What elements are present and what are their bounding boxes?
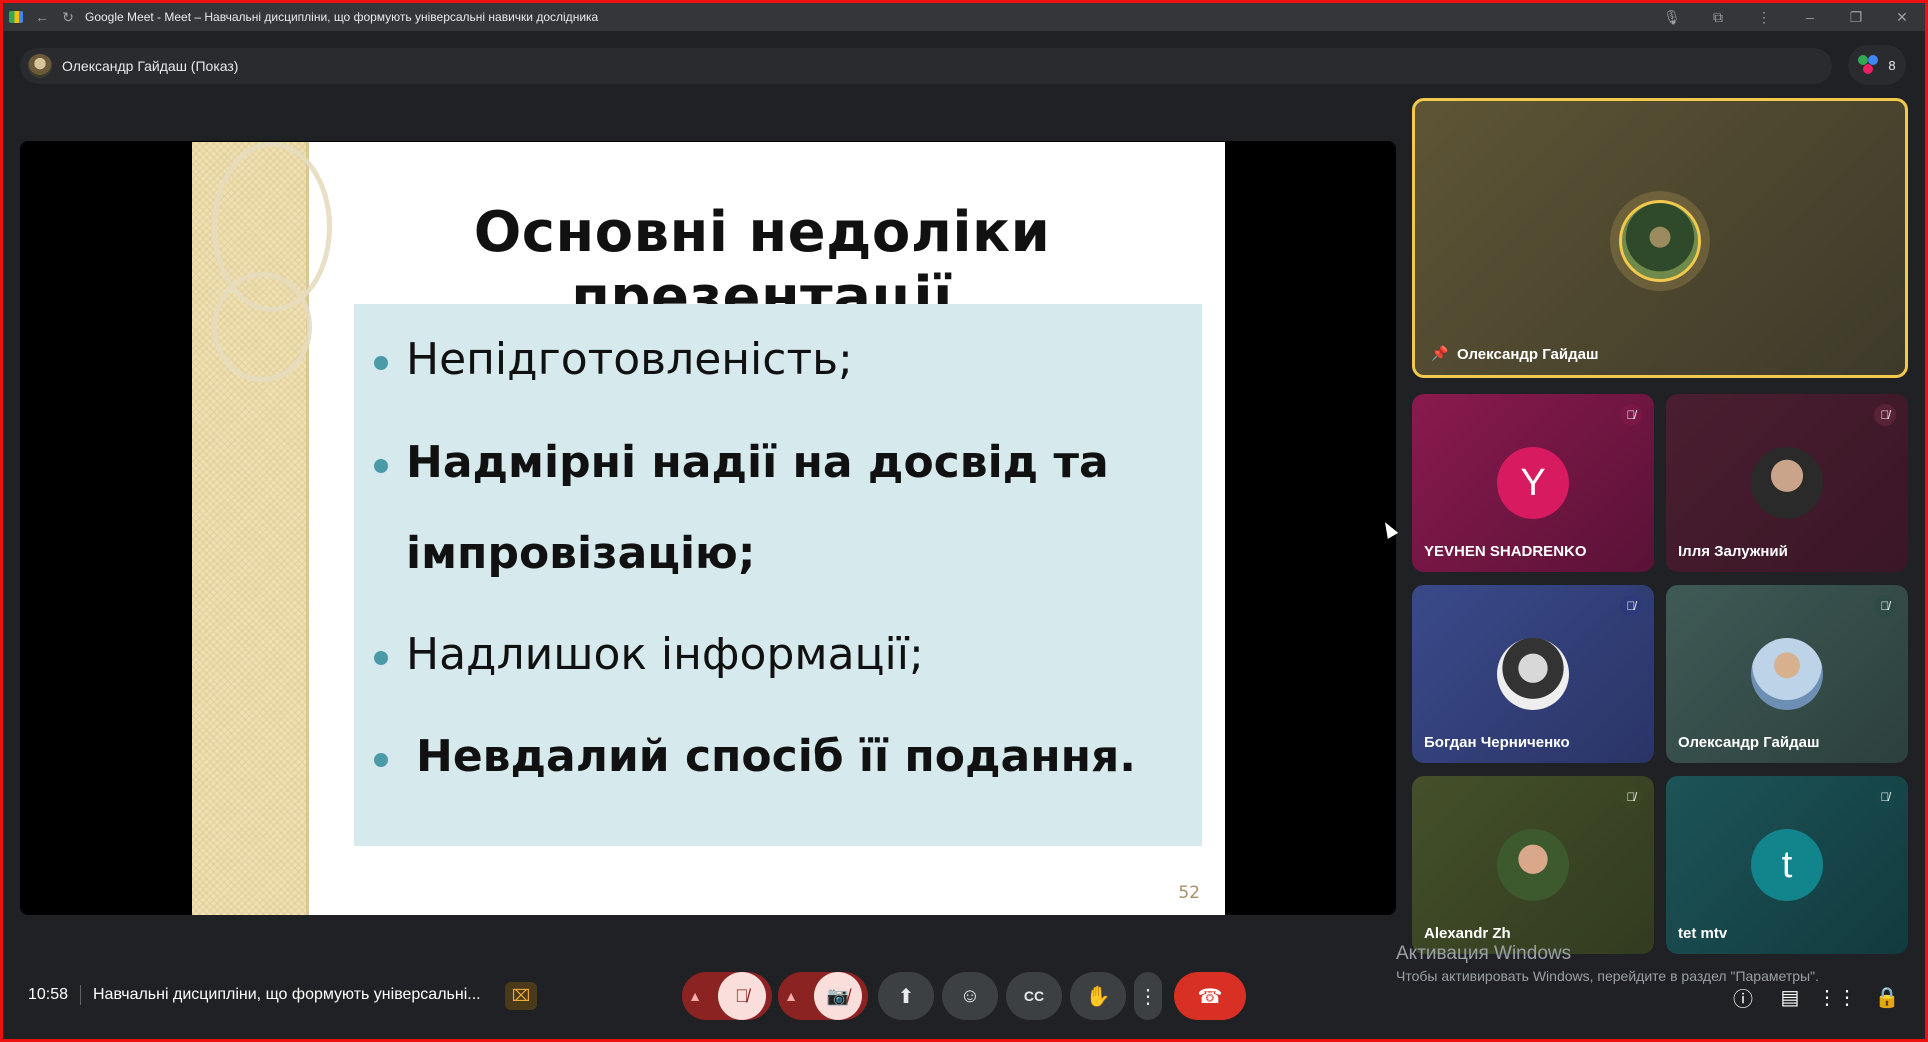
people-count: 8	[1888, 57, 1896, 73]
slide-page-number: 52	[1178, 883, 1200, 903]
mic-off-icon: 🎙̸	[1620, 404, 1642, 426]
reload-icon[interactable]: ↻	[55, 3, 81, 31]
restore-icon[interactable]: ❐	[1833, 3, 1879, 31]
mic-off-icon: 🎙̸	[1874, 786, 1896, 808]
meet-favicon	[3, 3, 29, 31]
presentation-slide: Основні недоліки презентації Непідготовл…	[192, 142, 1225, 915]
mic-off-icon: 🎙̸	[1620, 786, 1642, 808]
mic-off-icon: 🎙̸	[1620, 595, 1642, 617]
mic-options-chevron-icon[interactable]: ▲	[688, 988, 702, 1004]
participant-tile[interactable]: 🎙̸ Олександр Гайдаш	[1666, 585, 1908, 763]
host-controls-lock-icon[interactable]: ⌧	[505, 982, 537, 1010]
activities-icon[interactable]: ⋮⋮	[1817, 982, 1857, 1012]
more-options-button[interactable]: ⋮	[1134, 972, 1162, 1020]
slide-decor-ring	[212, 272, 312, 382]
meeting-time: 10:58	[28, 986, 69, 1003]
camera-options-chevron-icon[interactable]: ▲	[784, 988, 798, 1004]
windows-activation-title: Активация Windows	[1396, 943, 1572, 964]
window-title: Google Meet - Meet – Навчальні дисциплін…	[85, 10, 599, 24]
divider	[80, 985, 81, 1005]
avatar: Y	[1497, 447, 1569, 519]
camera-control-group: ▲ 📷̸	[778, 972, 868, 1020]
participant-tile[interactable]: 🎙̸ Богдан Черниченко	[1412, 585, 1654, 763]
end-call-button[interactable]: ☎	[1174, 972, 1246, 1020]
avatar	[1497, 638, 1569, 710]
minimize-icon[interactable]: –	[1787, 3, 1833, 31]
mic-off-icon: 🎙̸	[1874, 595, 1896, 617]
camera-toggle-button[interactable]: 📷̸	[813, 972, 862, 1020]
avatar: t	[1751, 829, 1823, 901]
avatar	[1751, 638, 1823, 710]
back-icon[interactable]: ←	[29, 3, 55, 31]
avatar	[28, 54, 52, 78]
host-controls-icon[interactable]: 🔒	[1872, 982, 1902, 1012]
pin-icon: 📌	[1431, 345, 1449, 361]
extensions-icon[interactable]: ⧉	[1695, 3, 1741, 31]
presenter-label: Олександр Гайдаш (Показ)	[62, 58, 239, 74]
raise-hand-button[interactable]: ✋	[1070, 972, 1126, 1020]
participant-name: Олександр Гайдаш	[1678, 734, 1820, 751]
participant-name: Олександр Гайдаш	[1457, 346, 1599, 363]
presenter-bar[interactable]: Олександр Гайдаш (Показ)	[20, 48, 1832, 84]
participant-tile[interactable]: 🎙̸ Alexandr Zh	[1412, 776, 1654, 954]
avatar	[1497, 829, 1569, 901]
participant-tile[interactable]: 🎙̸ t tet mtv	[1666, 776, 1908, 954]
participant-name: tet mtv	[1678, 925, 1728, 942]
chat-icon[interactable]: ▤	[1775, 982, 1805, 1012]
avatar	[1619, 200, 1701, 282]
slide-bullet: Невдалий спосіб її подання.	[374, 731, 1136, 782]
slide-content-box: Непідготовленість; Надмірні надії на дос…	[354, 304, 1202, 846]
mic-icon[interactable]: 🎙	[1649, 3, 1695, 31]
participant-name: Богдан Черниченко	[1424, 734, 1570, 751]
pinned-participant-tile[interactable]: 📌 Олександр Гайдаш	[1412, 98, 1908, 378]
participant-tile[interactable]: 🎙̸ Ілля Залужний	[1666, 394, 1908, 572]
participant-name: Alexandr Zh	[1424, 925, 1511, 942]
people-button[interactable]: 8	[1848, 45, 1906, 85]
people-icon	[1858, 55, 1880, 75]
meeting-title: Навчальні дисципліни, що формують універ…	[93, 986, 481, 1003]
mic-toggle-button[interactable]: 🎙̸	[717, 972, 766, 1020]
menu-icon[interactable]: ⋮	[1741, 3, 1787, 31]
participant-tile[interactable]: 🎙̸ Y YEVHEN SHADRENKO	[1412, 394, 1654, 572]
present-screen-button[interactable]: ⬆	[878, 972, 934, 1020]
slide-bullet-continuation: імпровізацію;	[406, 528, 756, 579]
avatar	[1751, 447, 1823, 519]
slide-bullet: Надлишок інформації;	[374, 629, 924, 680]
slide-bullet: Надмірні надії на досвід та	[374, 437, 1109, 488]
captions-button[interactable]: CC	[1006, 972, 1062, 1020]
mic-off-icon: 🎙̸	[1874, 404, 1896, 426]
slide-bullet: Непідготовленість;	[374, 334, 853, 385]
mic-control-group: ▲ 🎙̸	[682, 972, 772, 1020]
meeting-info-icon[interactable]: ⓘ	[1728, 982, 1758, 1012]
close-icon[interactable]: ✕	[1879, 3, 1925, 31]
browser-titlebar: ← ↻ Google Meet - Meet – Навчальні дисци…	[3, 3, 1925, 31]
reactions-button[interactable]: ☺	[942, 972, 998, 1020]
participant-name: YEVHEN SHADRENKO	[1424, 543, 1587, 560]
participant-name: Ілля Залужний	[1678, 543, 1788, 560]
